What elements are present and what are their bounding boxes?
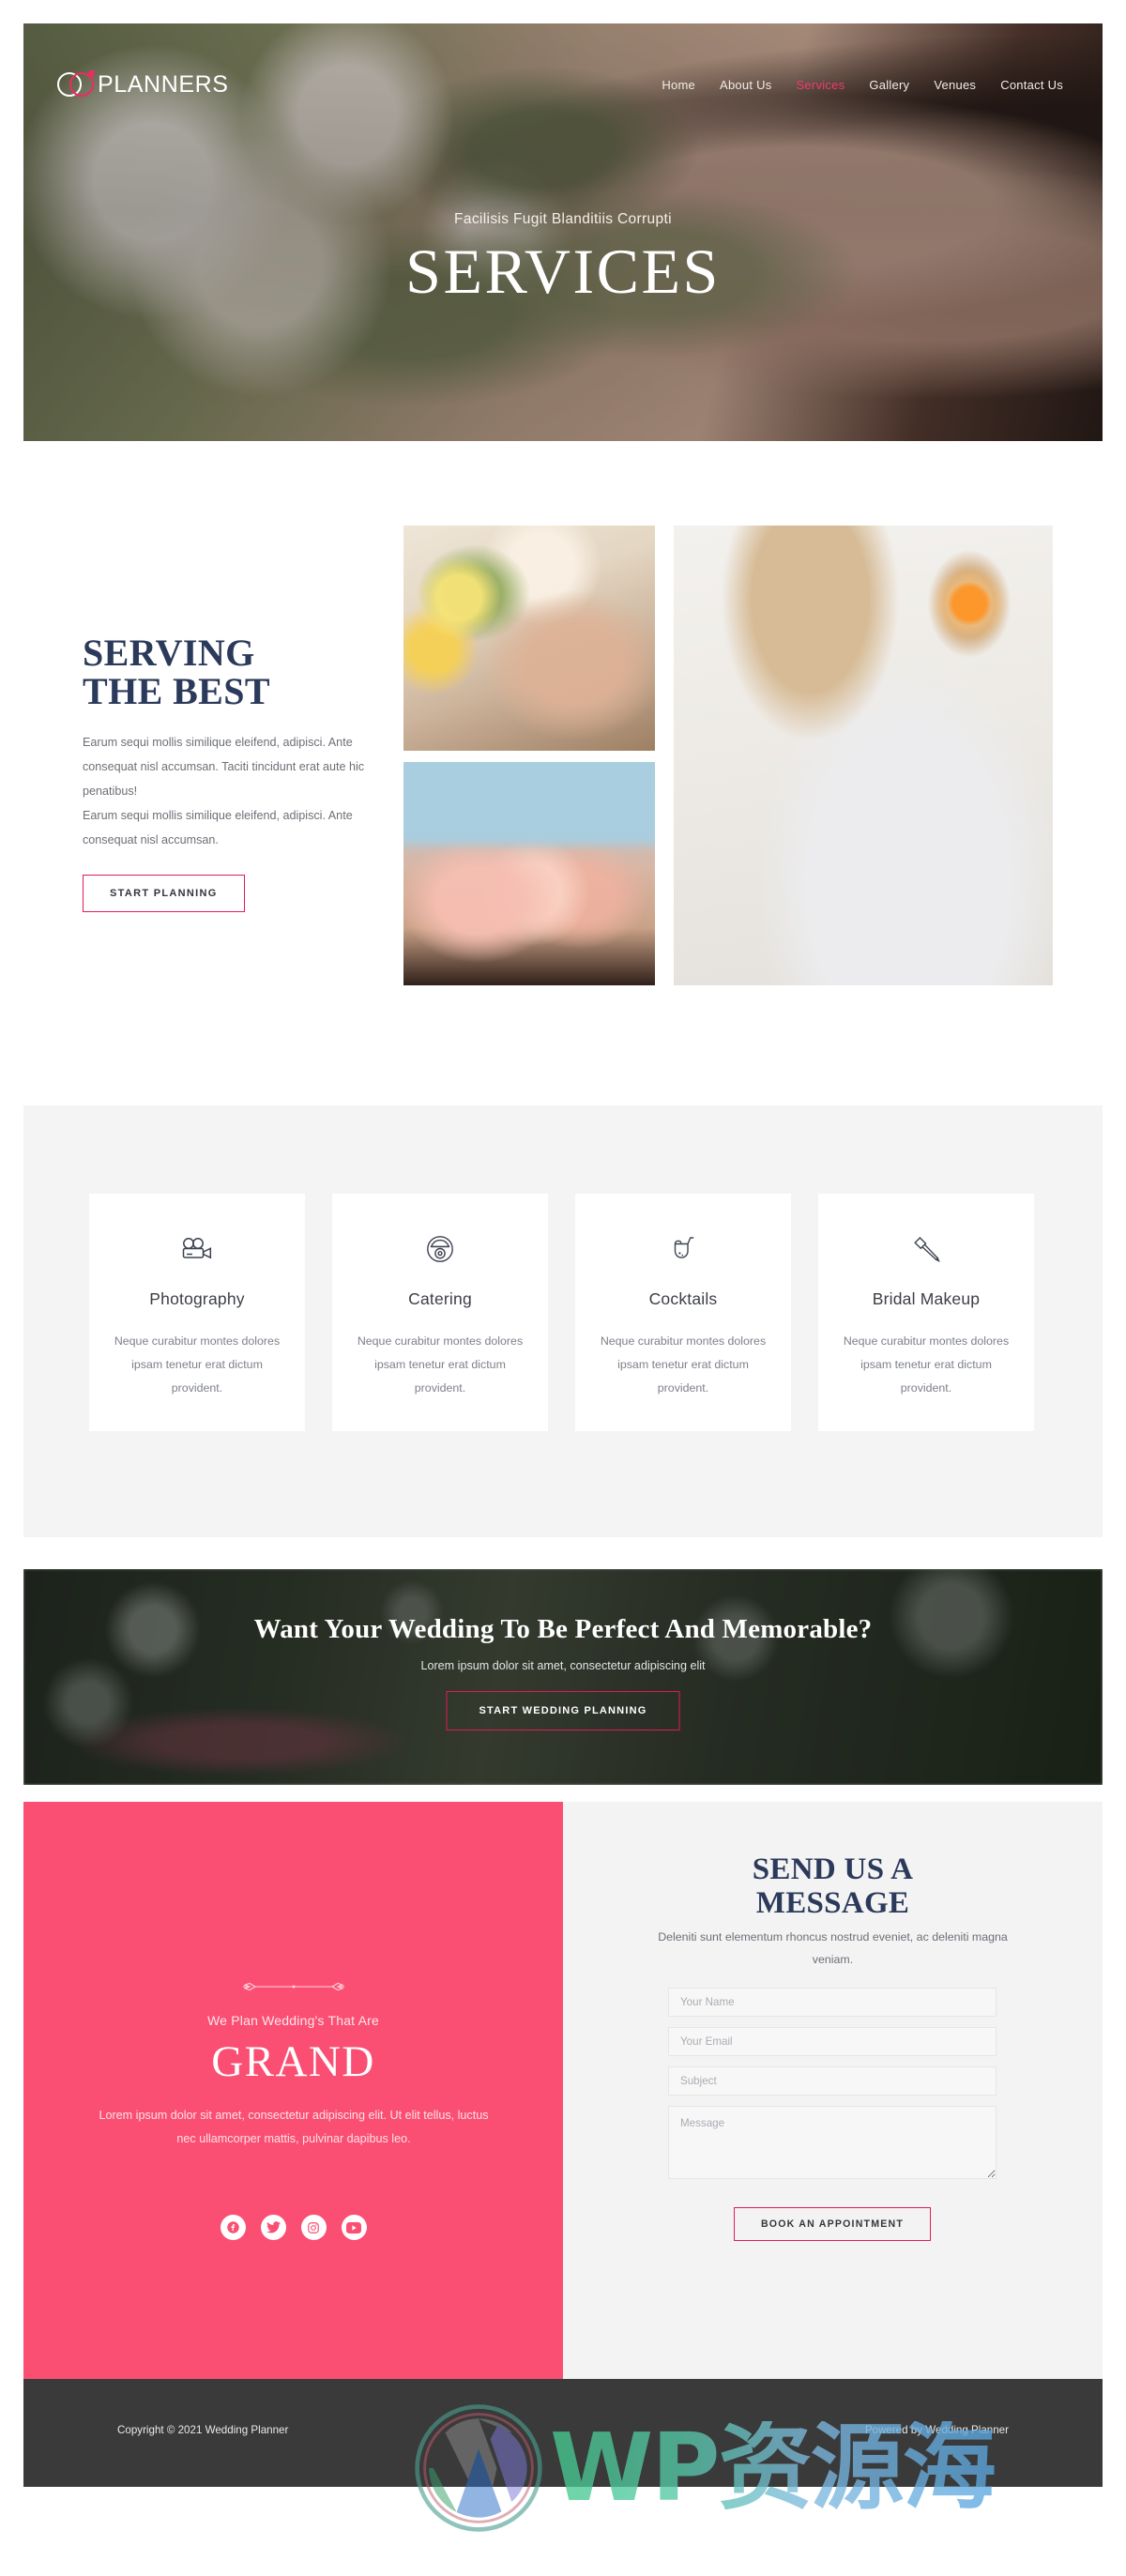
gallery-image-table-setting[interactable]	[674, 526, 1053, 985]
contact-form-title: SEND US A MESSAGE	[563, 1852, 1103, 1921]
footer-copyright: Copyright © 2021 Wedding Planner	[117, 2424, 289, 2436]
cta-subtitle: Lorem ipsum dolor sit amet, consectetur …	[420, 1659, 706, 1672]
contact-form-title-line2: MESSAGE	[755, 1886, 910, 1921]
logo-text: PLANNERS	[98, 70, 229, 98]
nav-item-home[interactable]: Home	[662, 78, 695, 92]
nav-item-services[interactable]: Services	[797, 78, 845, 92]
cocktail-glass-icon	[596, 1229, 770, 1269]
page-title: SERVICES	[405, 236, 721, 307]
gallery-image-bottles[interactable]	[403, 762, 655, 985]
services-card-grid: Photography Neque curabitur montes dolor…	[89, 1194, 1037, 1432]
grand-panel: We Plan Wedding's That Are GRAND Lorem i…	[23, 1802, 563, 2379]
start-wedding-planning-button[interactable]: START WEDDING PLANNING	[446, 1691, 680, 1730]
facebook-icon[interactable]	[220, 2215, 246, 2240]
site-logo[interactable]: PLANNERS	[57, 70, 229, 99]
serving-heading-line1: SERVING	[83, 632, 255, 674]
serving-heading-line2: THE BEST	[83, 670, 270, 713]
contact-form-title-line1: SEND US A	[752, 1852, 914, 1886]
service-description: Neque curabitur montes dolores ipsam ten…	[114, 1334, 281, 1395]
cloche-food-cover-icon	[353, 1229, 527, 1269]
service-title: Cocktails	[648, 1289, 718, 1308]
message-field[interactable]	[668, 2106, 997, 2179]
grand-title: GRAND	[211, 2037, 375, 2086]
interlocking-rings-icon	[57, 70, 95, 99]
nav-item-gallery[interactable]: Gallery	[869, 78, 909, 92]
video-camera-icon	[110, 1229, 284, 1269]
service-title: Bridal Makeup	[872, 1289, 981, 1308]
service-card-photography[interactable]: Photography Neque curabitur montes dolor…	[89, 1194, 305, 1432]
grand-and-contact-section: We Plan Wedding's That Are GRAND Lorem i…	[23, 1802, 1103, 2379]
hero-subtitle: Facilisis Fugit Blanditiis Corrupti	[454, 211, 672, 227]
service-description: Neque curabitur montes dolores ipsam ten…	[843, 1334, 1010, 1395]
service-title: Catering	[408, 1289, 472, 1308]
serving-heading: SERVING THE BEST	[83, 633, 383, 710]
start-planning-button[interactable]: START PLANNING	[83, 875, 245, 913]
contact-form-panel: SEND US A MESSAGE Deleniti sunt elementu…	[563, 1802, 1103, 2379]
contact-form-subtitle: Deleniti sunt elementum rhoncus nostrud …	[658, 1930, 1008, 1967]
cta-overlay	[23, 1569, 1103, 1785]
makeup-brush-icon	[839, 1229, 1013, 1269]
name-field[interactable]	[668, 1988, 997, 2017]
service-card-bridal-makeup[interactable]: Bridal Makeup Neque curabitur montes dol…	[818, 1194, 1034, 1432]
service-card-catering[interactable]: Catering Neque curabitur montes dolores …	[332, 1194, 548, 1432]
gallery-image-place-card[interactable]	[403, 526, 655, 751]
service-card-cocktails[interactable]: Cocktails Neque curabitur montes dolores…	[575, 1194, 791, 1432]
service-title: Photography	[149, 1289, 245, 1308]
grand-kicker: We Plan Wedding's That Are	[207, 2013, 379, 2028]
youtube-icon[interactable]	[341, 2215, 367, 2240]
ornamental-divider-icon	[238, 1980, 349, 1998]
page-root: PLANNERS Home About Us Services Gallery …	[0, 0, 1126, 2576]
gallery-collage	[403, 526, 1053, 985]
instagram-icon[interactable]	[300, 2215, 327, 2240]
main-navigation: Home About Us Services Gallery Venues Co…	[662, 78, 1063, 92]
service-description: Neque curabitur montes dolores ipsam ten…	[357, 1334, 524, 1395]
email-field[interactable]	[668, 2027, 997, 2056]
contact-form: BOOK AN APPOINTMENT	[668, 1988, 997, 2241]
nav-item-about-us[interactable]: About Us	[720, 78, 771, 92]
service-description: Neque curabitur montes dolores ipsam ten…	[600, 1334, 767, 1395]
site-footer: Copyright © 2021 Wedding Planner Powered…	[23, 2379, 1103, 2487]
serving-paragraph: Earum sequi mollis similique eleifend, a…	[83, 736, 365, 846]
subject-field[interactable]	[668, 2066, 997, 2096]
nav-item-venues[interactable]: Venues	[934, 78, 976, 92]
twitter-icon[interactable]	[260, 2215, 286, 2240]
social-links	[23, 2215, 563, 2240]
cta-title: Want Your Wedding To Be Perfect And Memo…	[253, 1614, 873, 1644]
nav-item-contact-us[interactable]: Contact Us	[1000, 78, 1063, 92]
grand-paragraph: Lorem ipsum dolor sit amet, consectetur …	[99, 2109, 489, 2146]
book-an-appointment-button[interactable]: BOOK AN APPOINTMENT	[733, 2207, 932, 2241]
serving-the-best-section: SERVING THE BEST Earum sequi mollis simi…	[0, 488, 1126, 1014]
hero-section: PLANNERS Home About Us Services Gallery …	[23, 23, 1103, 441]
cta-banner-section: Want Your Wedding To Be Perfect And Memo…	[23, 1569, 1103, 1785]
footer-powered-by: Powered by Wedding Planner	[864, 2424, 1009, 2436]
